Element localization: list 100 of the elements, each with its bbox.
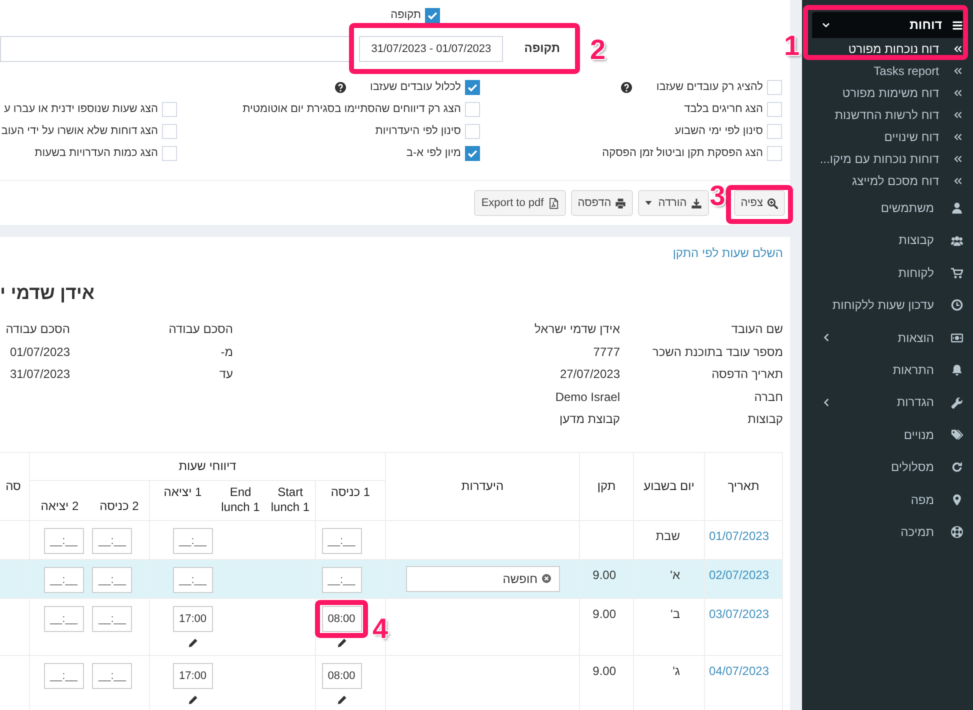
double-chevron-icon — [954, 111, 962, 119]
field-label: הסכם עבודה — [168, 321, 233, 338]
checkbox-label: לכלול עובדים שעזבו — [370, 80, 461, 94]
callout-number: 1 — [784, 32, 800, 60]
pencil-icon[interactable] — [336, 694, 346, 705]
time-field[interactable]: 17:00 — [172, 662, 213, 689]
double-chevron-icon — [954, 45, 962, 53]
submenu-item[interactable]: Tasks report — [802, 60, 973, 82]
checkbox[interactable] — [767, 80, 782, 94]
menu-item[interactable]: מנויים — [802, 418, 973, 452]
menu-item[interactable]: מפה — [802, 484, 973, 516]
time-field[interactable]: __:__ — [44, 566, 84, 593]
submenu-item[interactable]: דוח לרשות החדשנות — [802, 104, 973, 126]
checkbox[interactable] — [767, 146, 782, 160]
date-range-field[interactable]: 01/07/2023 - 31/07/2023 — [359, 36, 504, 62]
time-field[interactable]: __:__ — [92, 662, 132, 689]
callout-frame — [726, 185, 793, 224]
export-button[interactable]: Export to pdf — [474, 190, 566, 216]
time-field[interactable]: __:__ — [92, 606, 132, 632]
submenu-item[interactable]: דוח שינויים — [802, 126, 973, 148]
table-cell: ב' — [634, 598, 704, 656]
menu-item[interactable]: הוצאות — [802, 322, 973, 354]
submenu-item[interactable]: דוחות נוכחות עם מיקו... — [802, 148, 973, 170]
menu-item[interactable]: עדכון שעות ללקוחות — [802, 289, 973, 322]
help-icon[interactable] — [334, 82, 346, 92]
checkbox[interactable] — [767, 102, 782, 116]
time-field[interactable]: __:__ — [92, 528, 132, 554]
column-header: סה — [0, 452, 30, 520]
download-icon — [690, 198, 702, 208]
menu-item[interactable]: קבוצות — [802, 224, 973, 257]
absence-field[interactable]: חופשה — [406, 566, 560, 592]
field-label: עד — [218, 366, 233, 383]
checkbox[interactable] — [465, 124, 480, 138]
time-field[interactable]: __:__ — [44, 662, 84, 689]
field-label: מ- — [220, 344, 233, 360]
menu-item[interactable]: לקוחות — [802, 256, 973, 290]
menu-item[interactable]: הגדרות — [802, 386, 973, 419]
menu-item[interactable]: התראות — [802, 354, 973, 386]
view-button[interactable]: צפיה — [734, 190, 785, 216]
double-chevron-icon — [954, 155, 962, 163]
time-field[interactable]: __:__ — [172, 566, 213, 593]
submenu-item[interactable]: דוח מסכם למייצג — [802, 170, 973, 192]
menu-icon — [952, 20, 963, 30]
map-pin-icon — [951, 494, 963, 506]
time-field[interactable]: 08:00 — [322, 662, 362, 689]
time-field[interactable]: __:__ — [92, 566, 132, 593]
checkbox[interactable] — [465, 80, 480, 94]
complete-hours-link[interactable]: השלם שעות לפי התקן — [672, 245, 783, 261]
checkbox[interactable] — [162, 102, 177, 116]
users-icon — [951, 234, 963, 247]
time-field[interactable]: __:__ — [44, 528, 84, 554]
field-value: 31/07/2023 — [8, 366, 70, 383]
help-icon[interactable] — [621, 82, 632, 92]
checkbox[interactable] — [162, 146, 177, 160]
checkbox[interactable] — [767, 124, 782, 138]
field-label: תאריך הדפסה — [710, 366, 783, 383]
double-chevron-icon — [954, 177, 962, 185]
input-field[interactable] — [0, 36, 350, 62]
circular-arrow-icon — [951, 461, 963, 474]
checkbox[interactable] — [465, 146, 480, 160]
callout-number: 3 — [710, 182, 726, 210]
menu-item[interactable]: משתמשים — [802, 192, 973, 224]
download-button[interactable]: הורדה — [638, 190, 709, 216]
field-value: 27/07/2023 — [558, 366, 620, 383]
pencil-icon[interactable] — [336, 638, 346, 648]
submenu-item[interactable]: דוח נוכחות מפורט — [802, 38, 973, 60]
bell-icon — [951, 364, 963, 376]
callout-number: 4 — [372, 614, 388, 643]
time-field[interactable]: 17:00 — [172, 606, 213, 632]
clock-icon — [951, 299, 963, 312]
time-field[interactable]: __:__ — [322, 566, 362, 593]
column-header: 2 יציאה — [29, 480, 90, 520]
pencil-icon[interactable] — [188, 694, 198, 705]
time-field[interactable]: __:__ — [172, 528, 213, 554]
checkbox-label: תקופה — [390, 8, 421, 23]
checkbox-label: הצג דוחות שלא אושרו על ידי העוב — [1, 124, 158, 138]
checkbox-label: הצג כמות העדרויות בשעות — [34, 146, 158, 160]
checkbox-label: הצג חריגים בלבד — [684, 102, 763, 116]
field-value: Demo Israel — [554, 388, 620, 406]
checkbox[interactable] — [162, 124, 177, 138]
menu-header[interactable]: דוחות — [812, 12, 966, 38]
double-chevron-icon — [954, 67, 962, 75]
date-link[interactable]: 03/07/2023 — [708, 606, 769, 621]
time-field[interactable]: 08:00 — [322, 606, 362, 632]
remove-icon[interactable] — [542, 574, 550, 584]
life-ring-icon — [951, 526, 963, 538]
callout-frame — [314, 600, 368, 638]
column-header: Start lunch 1 — [266, 480, 316, 520]
submenu-item[interactable]: דוח משימות מפורט — [802, 82, 973, 104]
checkbox[interactable] — [465, 102, 480, 116]
time-field[interactable]: __:__ — [322, 528, 362, 554]
column-header: דיווחי שעות — [29, 452, 386, 480]
menu-item[interactable]: תמיכה — [802, 516, 973, 548]
checkbox-label: סינון לפי ימי השבוע — [674, 124, 763, 138]
column-header: תקן — [580, 452, 634, 520]
checkbox[interactable] — [425, 8, 440, 23]
pencil-icon[interactable] — [188, 638, 198, 648]
print-button[interactable]: הדפסה — [570, 190, 634, 216]
menu-item[interactable]: מסלולים — [802, 451, 973, 484]
time-field[interactable]: __:__ — [44, 606, 84, 632]
